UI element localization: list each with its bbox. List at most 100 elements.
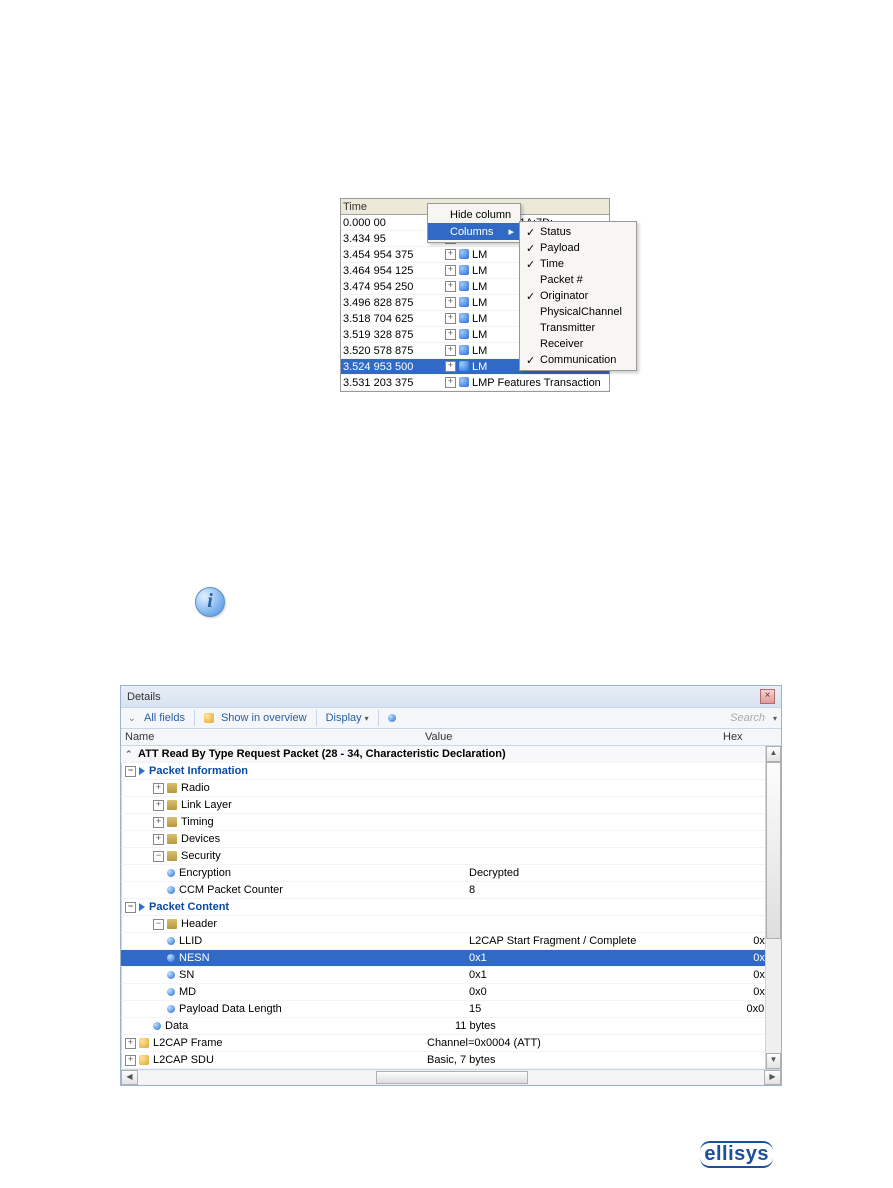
scrollbar-thumb[interactable] — [376, 1071, 528, 1084]
scroll-left-button[interactable]: ◀ — [121, 1070, 138, 1085]
details-pane: Details × ⌄ All fields Show in overview … — [120, 685, 782, 1086]
menu-item-time[interactable]: ✓Time — [520, 256, 636, 272]
menu-item-transmitter[interactable]: Transmitter — [520, 320, 636, 336]
expand-icon[interactable]: + — [125, 1055, 136, 1066]
columns-submenu: ✓Status ✓Payload ✓Time Packet # ✓Origina… — [519, 221, 637, 371]
header-node[interactable]: −Header — [121, 916, 781, 933]
check-icon: ✓ — [526, 258, 540, 271]
tree-icon — [167, 851, 177, 861]
frame-icon — [139, 1038, 149, 1048]
scroll-up-button[interactable]: ▲ — [766, 746, 781, 762]
scroll-right-button[interactable]: ▶ — [764, 1070, 781, 1085]
devices-node[interactable]: +Devices — [121, 831, 781, 848]
field-icon — [167, 971, 175, 979]
col-hex[interactable]: Hex — [723, 731, 763, 743]
col-name[interactable]: Name — [125, 731, 425, 743]
data-field[interactable]: Data 11 bytes — [121, 1018, 781, 1035]
link-layer-node[interactable]: +Link Layer — [121, 797, 781, 814]
nesn-field-selected[interactable]: NESN 0x1 0x1 — [121, 950, 781, 967]
menu-item-communication[interactable]: ✓Communication — [520, 352, 636, 368]
packet-icon — [459, 297, 469, 307]
collapse-icon: ⌃ — [125, 749, 135, 760]
details-body: ⌃ ATT Read By Type Request Packet (28 - … — [121, 746, 781, 1069]
field-icon — [167, 937, 175, 945]
menu-item-payload[interactable]: ✓Payload — [520, 240, 636, 256]
payload-data-length-field[interactable]: Payload Data Length 15 0x0F — [121, 1001, 781, 1018]
packet-icon — [459, 281, 469, 291]
section-icon — [139, 903, 145, 911]
menu-item-hide-column[interactable]: Hide column — [428, 206, 520, 223]
check-icon: ✓ — [526, 242, 540, 255]
col-value[interactable]: Value — [425, 731, 723, 743]
packet-icon — [459, 265, 469, 275]
collapse-icon[interactable]: − — [125, 902, 136, 913]
packet-information-section[interactable]: − Packet Information — [121, 763, 781, 780]
llid-field[interactable]: LLID L2CAP Start Fragment / Complete 0x2 — [121, 933, 781, 950]
frame-icon — [139, 1055, 149, 1065]
packet-icon — [459, 345, 469, 355]
sn-field[interactable]: SN 0x1 0x1 — [121, 967, 781, 984]
packet-time-list: Time 0.000 00 ging 1 ("Prim" 00:1A:7D:..… — [340, 198, 610, 392]
menu-item-originator[interactable]: ✓Originator — [520, 288, 636, 304]
check-icon: ✓ — [526, 290, 540, 303]
menu-item-physical-channel[interactable]: PhysicalChannel — [520, 304, 636, 320]
copy-button[interactable] — [385, 713, 403, 723]
display-dropdown[interactable]: Display ▾ — [323, 711, 372, 725]
packet-icon — [459, 249, 469, 259]
ccm-counter-field[interactable]: CCM Packet Counter 8 — [121, 882, 781, 899]
group-header[interactable]: ⌃ ATT Read By Type Request Packet (28 - … — [121, 746, 781, 763]
all-fields-dropdown[interactable]: ⌄ All fields — [125, 711, 188, 725]
tree-icon — [167, 919, 177, 929]
horizontal-scrollbar[interactable]: ◀ ▶ — [121, 1069, 781, 1085]
expand-icon[interactable]: + — [153, 834, 164, 845]
packet-icon — [459, 377, 469, 387]
tree-icon — [167, 817, 177, 827]
table-row[interactable]: 3.531 203 375 + LMP Features Transaction — [341, 375, 609, 391]
packet-icon — [459, 313, 469, 323]
radio-node[interactable]: +Radio — [121, 780, 781, 797]
tree-icon — [167, 800, 177, 810]
field-icon — [167, 988, 175, 996]
menu-item-status[interactable]: ✓Status — [520, 224, 636, 240]
dropdown-icon: ▾ — [365, 714, 369, 723]
check-icon: ✓ — [526, 354, 540, 367]
md-field[interactable]: MD 0x0 0x0 — [121, 984, 781, 1001]
scrollbar-thumb[interactable] — [766, 762, 781, 939]
search-input[interactable]: Search — [730, 712, 769, 724]
expand-icon[interactable]: + — [125, 1038, 136, 1049]
close-icon[interactable]: × — [760, 689, 775, 704]
expand-icon[interactable]: + — [153, 817, 164, 828]
menu-item-columns[interactable]: Columns ▸ — [428, 223, 520, 240]
show-in-overview-button[interactable]: Show in overview — [201, 711, 310, 725]
overview-icon — [204, 713, 214, 723]
expand-icon: ⌄ — [128, 713, 138, 724]
expand-icon[interactable]: + — [153, 800, 164, 811]
field-icon — [167, 869, 175, 877]
menu-item-packet-number[interactable]: Packet # — [520, 272, 636, 288]
timing-node[interactable]: +Timing — [121, 814, 781, 831]
packet-icon — [459, 361, 469, 371]
encryption-field[interactable]: Encryption Decrypted — [121, 865, 781, 882]
field-icon — [167, 886, 175, 894]
details-toolbar: ⌄ All fields Show in overview Display ▾ … — [121, 708, 781, 729]
packet-icon — [459, 329, 469, 339]
menu-item-receiver[interactable]: Receiver — [520, 336, 636, 352]
vertical-scrollbar[interactable]: ▲ ▼ — [765, 746, 781, 1069]
col-time: Time — [343, 201, 431, 213]
field-icon — [167, 954, 175, 962]
field-icon — [153, 1022, 161, 1030]
scroll-down-button[interactable]: ▼ — [766, 1053, 781, 1069]
pane-title: Details — [127, 691, 161, 703]
details-titlebar: Details × — [121, 686, 781, 708]
collapse-icon[interactable]: − — [153, 919, 164, 930]
collapse-icon[interactable]: − — [125, 766, 136, 777]
search-dropdown-icon[interactable]: ▾ — [773, 714, 777, 723]
tree-icon — [167, 783, 177, 793]
expand-icon[interactable]: + — [153, 783, 164, 794]
collapse-icon[interactable]: − — [153, 851, 164, 862]
info-icon: i — [195, 587, 225, 617]
l2cap-frame-node[interactable]: +L2CAP Frame Channel=0x0004 (ATT) — [121, 1035, 781, 1052]
l2cap-sdu-node[interactable]: +L2CAP SDU Basic, 7 bytes — [121, 1052, 781, 1069]
packet-content-section[interactable]: − Packet Content — [121, 899, 781, 916]
security-node[interactable]: −Security — [121, 848, 781, 865]
